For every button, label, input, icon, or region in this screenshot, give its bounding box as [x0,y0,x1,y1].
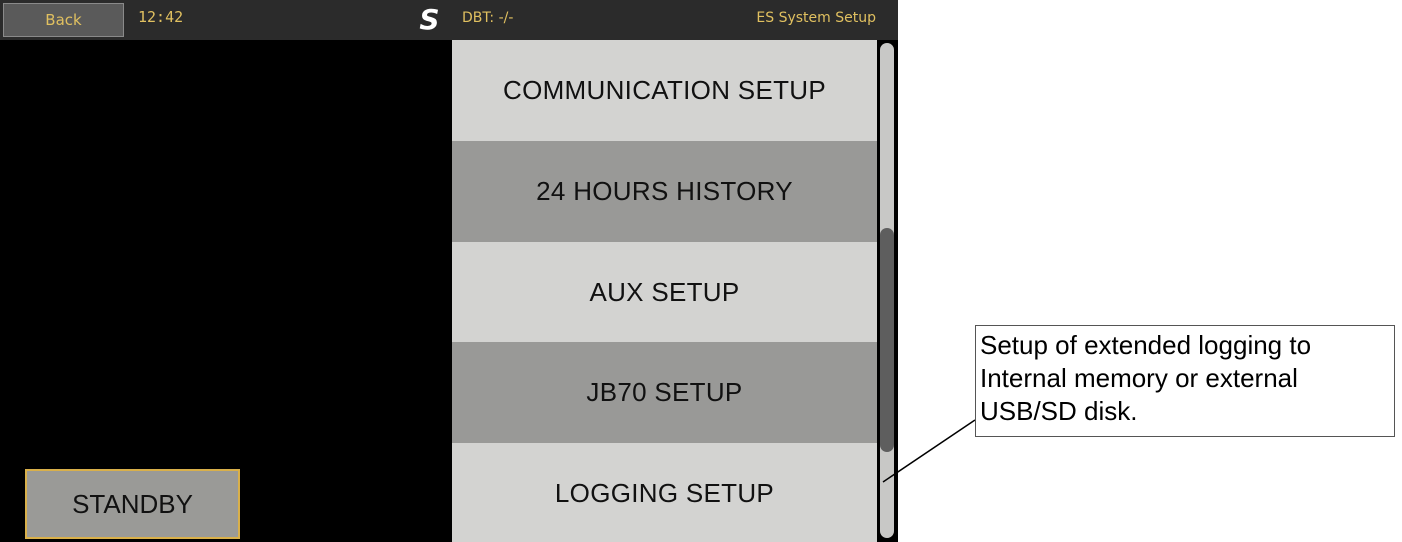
logging-setup-callout: Setup of extended logging to Internal me… [975,325,1395,437]
callout-leader-line [882,419,976,483]
